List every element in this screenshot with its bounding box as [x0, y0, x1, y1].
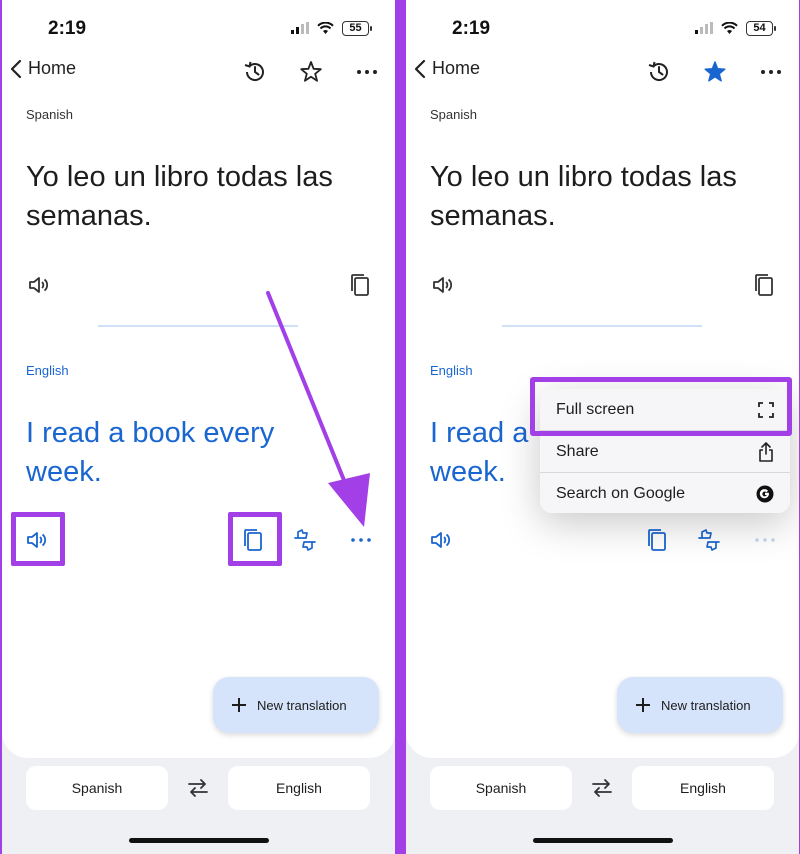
chevron-left-icon [10, 59, 22, 78]
plus-icon [636, 698, 650, 712]
status-icons: 55 [291, 18, 372, 38]
source-text[interactable]: Yo leo un libro todas las semanas. [430, 158, 780, 236]
google-icon [756, 485, 774, 502]
more-options-icon[interactable] [758, 59, 784, 85]
arrow-annotation [266, 291, 370, 527]
menu-item-label: Share [556, 442, 599, 460]
wifi-icon [721, 21, 738, 34]
feedback-icon[interactable] [696, 527, 722, 553]
copy-icon[interactable] [645, 527, 671, 553]
home-indicator [129, 838, 269, 843]
screen-right: 2:19 54 Home Spanish Yo leo un libro tod… [406, 0, 799, 854]
copy-icon[interactable] [752, 272, 778, 298]
menu-item-label: Search on Google [556, 484, 685, 502]
status-icons: 54 [695, 18, 776, 38]
plus-icon [232, 698, 246, 712]
battery-icon: 54 [746, 20, 776, 36]
history-icon[interactable] [646, 59, 672, 85]
menu-item-search-google[interactable]: Search on Google [540, 473, 790, 514]
status-time: 2:19 [48, 18, 87, 39]
swap-languages-icon[interactable] [185, 776, 211, 800]
back-label: Home [432, 58, 481, 78]
back-button[interactable]: Home [10, 58, 76, 79]
source-language-label: Spanish [26, 107, 73, 122]
speaker-icon[interactable] [430, 272, 456, 298]
new-translation-button[interactable]: New translation [213, 677, 379, 733]
screen-left: 2:19 55 Home Spanish Yo leo un libro tod… [2, 0, 395, 854]
battery-icon: 55 [342, 20, 372, 36]
back-button[interactable]: Home [414, 58, 480, 79]
highlight-full-screen [530, 377, 792, 436]
new-translation-label: New translation [661, 697, 751, 713]
signal-icon [695, 22, 713, 34]
target-language-label: English [430, 363, 473, 378]
signal-icon [291, 22, 309, 34]
source-text[interactable]: Yo leo un libro todas las semanas. [26, 158, 376, 236]
new-translation-button[interactable]: New translation [617, 677, 783, 733]
target-language-label: English [26, 363, 69, 378]
star-filled-icon[interactable] [702, 59, 728, 85]
source-language-button[interactable]: Spanish [26, 766, 168, 810]
wifi-icon [317, 21, 334, 34]
star-icon[interactable] [298, 59, 324, 85]
share-icon [759, 441, 773, 462]
more-options-icon[interactable] [752, 527, 778, 553]
speaker-icon[interactable] [26, 272, 52, 298]
top-bar: Home [406, 50, 799, 94]
source-language-label: Spanish [430, 107, 477, 122]
highlight-speaker [11, 512, 65, 566]
chevron-left-icon [414, 59, 426, 78]
menu-item-share[interactable]: Share [540, 431, 790, 472]
swap-languages-icon[interactable] [589, 776, 615, 800]
home-indicator [533, 838, 673, 843]
back-label: Home [28, 58, 77, 78]
new-translation-label: New translation [257, 697, 347, 713]
status-time: 2:19 [452, 18, 491, 39]
target-language-button[interactable]: English [228, 766, 370, 810]
more-options-icon[interactable] [354, 59, 380, 85]
top-bar: Home [2, 50, 395, 94]
target-language-button[interactable]: English [632, 766, 774, 810]
history-icon[interactable] [242, 59, 268, 85]
source-language-button[interactable]: Spanish [430, 766, 572, 810]
speaker-icon[interactable] [428, 527, 454, 553]
section-divider [502, 325, 702, 327]
